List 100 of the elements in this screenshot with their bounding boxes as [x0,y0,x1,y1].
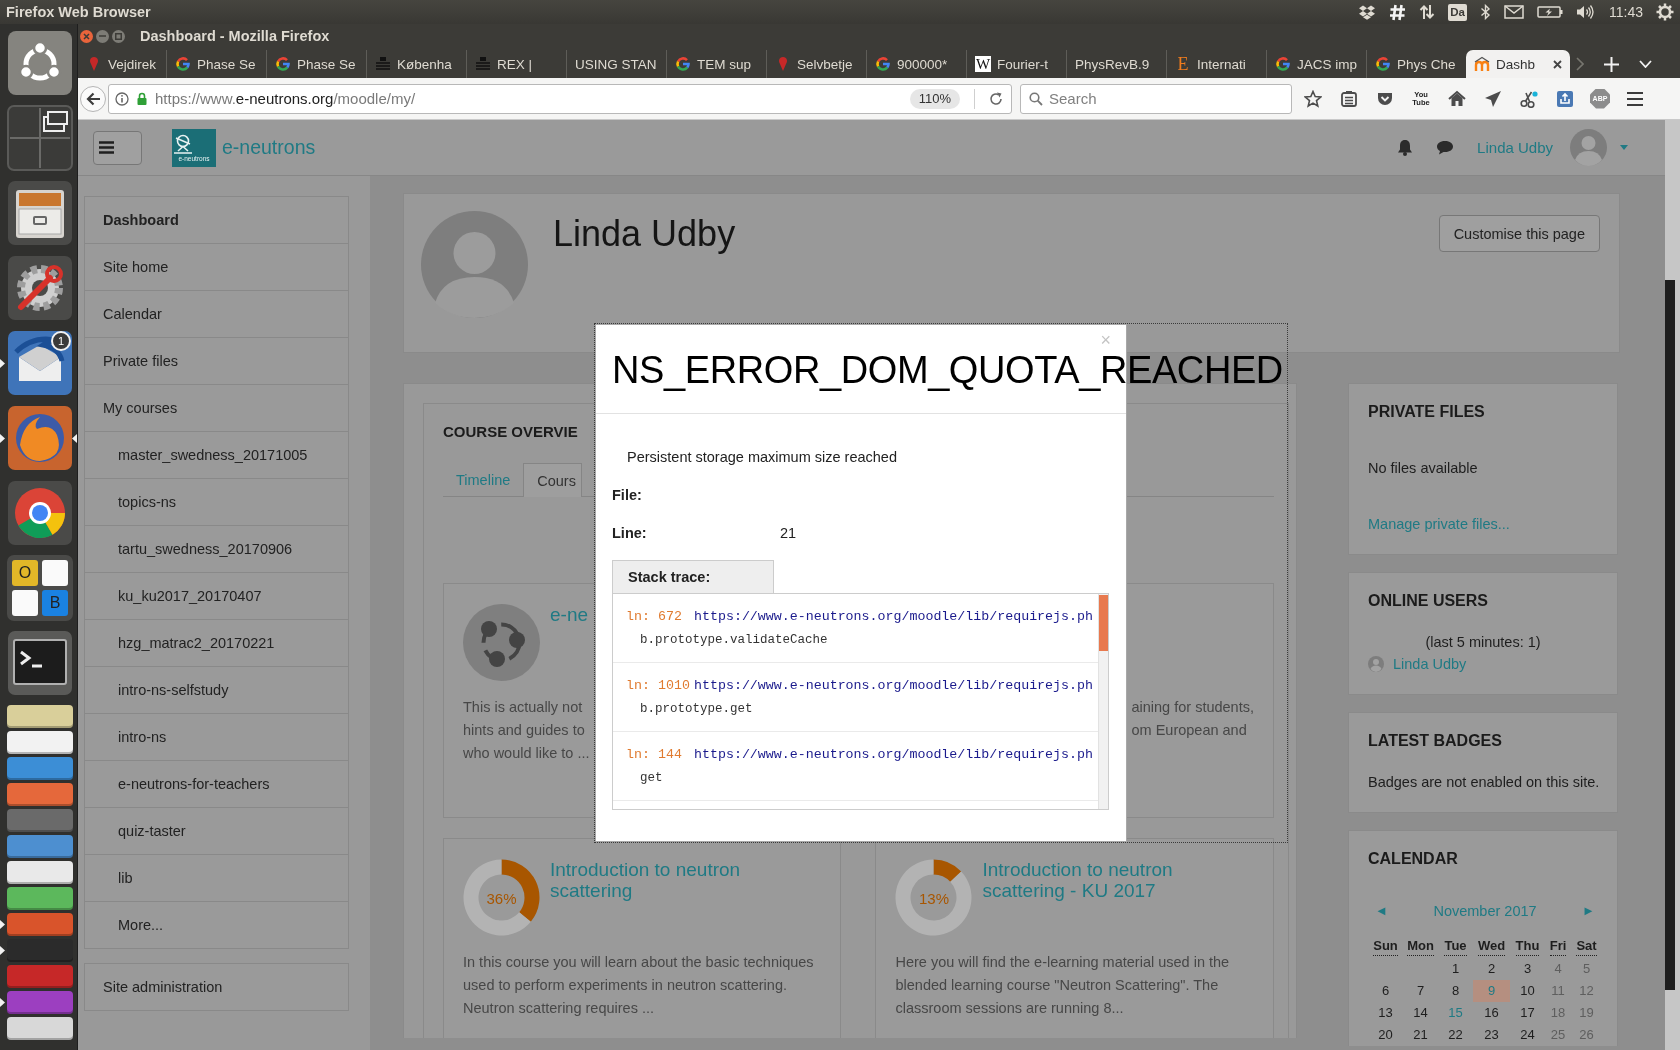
chevron-right-icon[interactable] [1576,57,1584,71]
dialog-title: NS_ERROR_DOM_QUOTA_REACHED [612,351,1283,389]
gear-icon[interactable] [1656,3,1674,21]
nav-item[interactable]: master_swedness_20171005 [85,432,348,479]
letter-tiles-button[interactable]: O B [7,555,73,621]
letter-icon: W [975,56,991,72]
keyboard-layout-indicator[interactable]: Da [1448,3,1467,21]
blank-tile [42,560,68,586]
chat-bubble-icon[interactable] [1436,140,1455,155]
minimize-icon [99,35,106,37]
calendar-day: 6 [1381,982,1390,1000]
calendar-day: 2 [1487,960,1496,978]
paper-plane-icon[interactable] [1484,89,1502,108]
nav-item[interactable]: tartu_swedness_20170906 [85,526,348,573]
browser-tab[interactable]: Vejdirek [82,50,166,78]
calendar-day: 17 [1520,1004,1535,1022]
fox-globe-icon[interactable] [7,405,73,471]
view-tab[interactable]: Cours [523,463,582,497]
bluetooth-icon[interactable] [1480,4,1491,20]
menu-icon [98,141,114,154]
address-field[interactable]: https://www.e-neutrons.org/moodle/my/ 110% [108,83,1012,114]
plus-icon[interactable] [1604,56,1619,72]
home-icon[interactable] [1448,89,1466,108]
calendar-day: 3 [1523,960,1532,978]
close-button[interactable] [80,29,93,43]
transfer-arrows-icon[interactable] [1419,4,1436,20]
terminal-icon[interactable] [7,630,73,696]
course-description: In this course you will learn about the basic techniques used to perform experiments in neutron scattering. Neutron scattering requires ... [463,953,815,1018]
progress-percentage: 13% [918,889,949,906]
nodes-ring-icon [463,604,540,681]
nav-item[interactable]: More... [85,902,348,948]
nav-item[interactable]: Site administration [85,964,348,1010]
scroll-thumb[interactable] [1099,595,1108,651]
menu-icon[interactable] [1626,89,1644,108]
box-icon[interactable] [1358,4,1377,20]
gear-wrench-icon[interactable] [7,255,73,321]
line-number: 672 [658,608,683,624]
app-name[interactable]: Firefox Web Browser [6,4,151,20]
calendar-day: 11 [1551,982,1565,1000]
calendar-day: 18 [1550,1004,1566,1022]
nav-item[interactable]: Private files [85,338,348,385]
zoom-reset-button[interactable]: 110% [909,88,960,109]
menu-button[interactable] [93,130,142,165]
course-description: aining for students, om European and [1131,698,1254,740]
nav-item[interactable]: Site home [85,244,348,291]
g-logo-icon [1375,56,1391,72]
battery-icon[interactable] [1537,5,1563,19]
calendar-day: 10 [1520,982,1535,1000]
info-text: No files available [1368,459,1479,478]
search-field[interactable]: Search [1020,83,1292,114]
line-number: 1010 [658,677,691,693]
envelope-bird-icon[interactable] [7,330,73,396]
list-icon[interactable] [1340,89,1358,108]
nav-item[interactable]: hzg_matrac2_20170221 [85,620,348,667]
nav-item[interactable]: topics-ns [85,479,348,526]
close-icon[interactable] [1553,59,1562,69]
nav-item[interactable]: quiz-taster [85,808,348,855]
nav-item[interactable]: lib [85,855,348,902]
block-title: PRIVATE FILES [1368,402,1486,422]
scissors-icon[interactable] [1520,89,1538,108]
minimize-button[interactable] [96,29,109,43]
url-text: https://www.e-neutrons.org/moodle/my/ [155,90,416,107]
bell-icon[interactable] [1397,139,1414,156]
browser-tab[interactable]: Dashb [1466,50,1570,78]
star-icon[interactable] [1304,89,1322,108]
file-cabinet-icon[interactable] [7,180,73,246]
calendar-day: 8 [1451,982,1460,1000]
error-message: Persistent storage maximum size reached [627,448,898,467]
calendar-day: 16 [1484,1004,1499,1022]
reload-icon[interactable] [989,91,1003,106]
nav-item[interactable]: ku_ku2017_20170407 [85,573,348,620]
course-description: Here you will find the e-learning material used in the blended learning course "Neutron Scattering". The classroom sessions are running 8... [895,953,1231,1018]
info-text: Badges are not enabled on this site. [1368,773,1601,792]
scroll-thumb[interactable] [1665,280,1675,990]
letter-tile: B [42,590,68,616]
nav-item[interactable]: intro-ns-selfstudy [85,667,348,714]
speaker-icon[interactable] [1576,4,1596,20]
back-button[interactable] [80,85,106,112]
customise-page-button[interactable]: Customise this page [1438,215,1600,252]
nav-item[interactable]: My courses [85,385,348,432]
info-icon[interactable] [115,91,129,106]
function-name: get [640,771,663,785]
stack-trace-tab[interactable]: Stack trace: [612,560,774,593]
maximize-button[interactable] [112,29,125,43]
nav-item[interactable]: Calendar [85,291,348,338]
blank-tile [12,590,38,616]
ring-logo-icon[interactable] [7,30,73,96]
hash-icon[interactable] [1389,3,1407,21]
chevron-down-icon[interactable] [1639,60,1652,68]
clock[interactable]: 11:43 [1609,4,1643,20]
nav-item[interactable]: Dashboard [85,197,348,244]
nav-item[interactable]: e-neutrons-for-teachers [85,761,348,808]
field-label: Line: [612,524,648,543]
nav-item[interactable]: intro-ns [85,714,348,761]
workspace-grid-icon[interactable] [7,105,73,171]
block-title: ONLINE USERS [1368,591,1489,611]
envelope-icon[interactable] [1504,5,1524,19]
upload-tray-icon[interactable] [1556,89,1574,108]
maximize-icon [115,32,122,40]
line-label: ln: [626,677,651,693]
